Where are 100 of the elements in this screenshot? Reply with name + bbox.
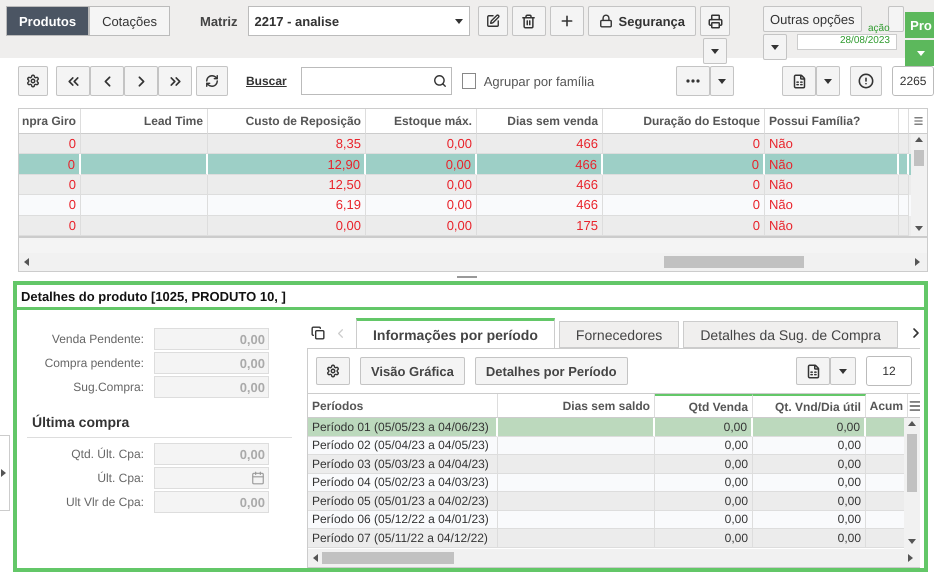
table-cell: 0,00 [753, 436, 866, 455]
column-header[interactable]: Qt. Vnd/Dia útil [753, 394, 866, 418]
add-button[interactable] [550, 6, 584, 36]
refresh-icon [205, 74, 219, 88]
scroll-thumb[interactable] [322, 552, 454, 564]
options-menu-button[interactable] [763, 34, 787, 60]
horizontal-scrollbar[interactable] [308, 549, 920, 567]
scroll-left-icon[interactable] [312, 554, 320, 562]
column-header[interactable]: Lead Time [81, 109, 208, 134]
scroll-up-icon[interactable] [915, 136, 923, 144]
table-row[interactable]: Período 07 (05/11/22 a 04/12/22) 0,00 0,00 [308, 529, 904, 548]
search-link[interactable]: Buscar [246, 74, 287, 88]
module-tab[interactable]: Produtos [6, 6, 90, 36]
table-cell [899, 134, 909, 154]
field-label: Compra pendente: [44, 356, 144, 370]
matrix-select[interactable]: 2217 - analise [248, 6, 470, 36]
plus-icon [558, 13, 575, 29]
column-header[interactable]: Períodos [308, 394, 498, 418]
calendar-icon [251, 471, 265, 485]
table-row[interactable]: 0 8,35 0,00 466 0 Não [19, 134, 911, 154]
next-page-button[interactable] [124, 66, 158, 96]
table-cell: Não [765, 154, 899, 175]
settings-button[interactable] [18, 66, 48, 96]
table-cell: 466 [477, 154, 603, 175]
group-checkbox[interactable] [462, 73, 476, 89]
caret-icon [824, 78, 832, 84]
table-cell: 0,00 [655, 455, 753, 474]
horizontal-scrollbar[interactable] [19, 253, 927, 271]
scroll-thumb[interactable] [914, 150, 924, 166]
file-icon [792, 74, 807, 88]
details-tab[interactable]: Informações por período [356, 318, 555, 348]
table-cell: 0,00 [366, 216, 477, 236]
table-cell [866, 455, 904, 474]
other-options-button[interactable]: Outras opções [763, 6, 862, 32]
export-menu-button[interactable] [830, 357, 856, 385]
table-cell: Período 01 (05/05/23 a 04/06/23) [308, 418, 498, 436]
scroll-left-icon[interactable] [23, 258, 31, 266]
vertical-scrollbar[interactable] [904, 418, 920, 549]
field-label: Ult Vlr de Cpa: [64, 495, 144, 509]
table-row[interactable]: 0 0,00 0,00 175 0 Não [19, 216, 911, 236]
column-header[interactable]: npra Giro [19, 109, 81, 134]
edit-button[interactable] [478, 6, 508, 36]
column-header[interactable]: Possui Família? [765, 109, 899, 134]
matrix-label: Matriz [200, 14, 238, 29]
last-page-button[interactable] [158, 66, 192, 96]
menu-icon [908, 398, 920, 412]
settings-icon [326, 364, 340, 378]
search-field[interactable] [300, 67, 452, 95]
scroll-thumb[interactable] [907, 434, 917, 492]
pane-button[interactable]: Visão Gráfica [360, 357, 465, 385]
table-row[interactable]: Período 05 (05/01/23 a 04/02/23) 0,00 0,00 [308, 492, 904, 510]
table-row[interactable]: Período 02 (05/04/23 a 04/05/23) 0,00 0,00 [308, 436, 904, 455]
delete-button[interactable] [512, 6, 546, 36]
column-header[interactable]: Qtd Venda [655, 394, 753, 418]
side-collapse-handle[interactable] [0, 435, 10, 511]
column-header[interactable]: Dias sem venda [477, 109, 603, 134]
table-cell: 466 [477, 174, 603, 196]
export-button[interactable] [782, 66, 816, 96]
pane-button[interactable]: Detalhes por Período [474, 357, 628, 385]
column-header[interactable]: Estoque máx. [366, 109, 477, 134]
column-header[interactable]: Dias sem saldo [498, 394, 655, 418]
settings-button[interactable] [316, 357, 350, 385]
table-cell [866, 529, 904, 548]
previous-page-button[interactable] [90, 66, 124, 96]
more-button[interactable] [676, 66, 710, 96]
vertical-scrollbar[interactable] [911, 134, 927, 236]
table-row[interactable]: 0 6,19 0,00 466 0 Não [19, 195, 911, 216]
table-row[interactable]: Período 03 (05/03/23 a 04/04/23) 0,00 0,00 [308, 455, 904, 474]
print-menu-button[interactable] [703, 38, 728, 64]
table-cell: 0,00 [366, 134, 477, 154]
table-row[interactable]: Período 06 (05/12/22 a 04/01/23) 0,00 0,00 [308, 510, 904, 529]
scroll-up-icon[interactable] [908, 420, 916, 428]
details-title: Detalhes do produto [1025, PRODUTO 10, ] [17, 285, 924, 310]
scroll-thumb[interactable] [664, 256, 804, 268]
table-cell: Período 03 (05/03/23 a 04/04/23) [308, 455, 498, 474]
table-cell: 0,00 [753, 510, 866, 529]
export-menu-button[interactable] [816, 66, 840, 96]
export-button[interactable] [796, 357, 830, 385]
expand-icon[interactable] [0, 469, 8, 477]
module-tab[interactable]: Cotações [89, 6, 170, 36]
security-button[interactable]: Segurança [588, 6, 696, 36]
file-icon [806, 364, 820, 378]
details-tab[interactable]: Fornecedores [558, 321, 680, 348]
table-row[interactable]: Período 01 (05/05/23 a 04/06/23) 0,00 0,00 [308, 418, 904, 436]
splitter-handle[interactable] [457, 276, 477, 278]
alert-button[interactable] [850, 66, 882, 96]
details-tab[interactable]: Detalhes da Sug. de Compra [683, 321, 898, 348]
print-button[interactable] [700, 6, 730, 36]
table-cell: 0,00 [366, 195, 477, 216]
column-header[interactable]: Acum [866, 394, 908, 418]
first-page-button[interactable] [56, 66, 90, 96]
table-cell: 0 [603, 134, 765, 154]
table-row[interactable]: 0 12,50 0,00 466 0 Não [19, 174, 911, 196]
column-header[interactable]: Duração do Estoque [603, 109, 765, 134]
more-menu-button[interactable] [710, 66, 734, 96]
record-count: 2265 [892, 66, 934, 96]
refresh-button[interactable] [196, 66, 228, 96]
column-header[interactable]: Custo de Reposição [208, 109, 366, 134]
table-row[interactable]: Período 04 (05/02/23 a 04/03/23) 0,00 0,00 [308, 474, 904, 492]
copy-icon [311, 326, 325, 340]
